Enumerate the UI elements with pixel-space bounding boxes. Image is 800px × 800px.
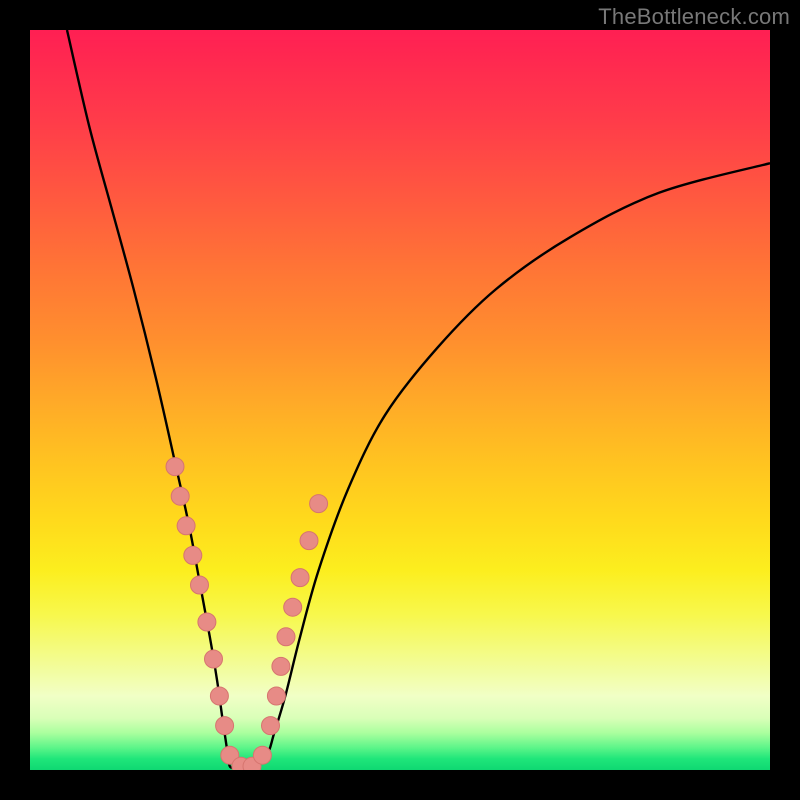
marker-dot [184,546,202,564]
marker-dot [291,569,309,587]
marker-dot [277,628,295,646]
marker-group [166,458,328,770]
marker-dot [262,717,280,735]
bottleneck-curve [67,30,770,768]
marker-dot [171,487,189,505]
plot-area [30,30,770,770]
chart-stage: TheBottleneck.com [0,0,800,800]
marker-dot [210,687,228,705]
marker-dot [253,746,271,764]
marker-dot [310,495,328,513]
marker-dot [205,650,223,668]
marker-dot [216,717,234,735]
watermark-text: TheBottleneck.com [598,4,790,30]
marker-dot [191,576,209,594]
marker-dot [284,598,302,616]
marker-dot [267,687,285,705]
marker-dot [166,458,184,476]
marker-dot [198,613,216,631]
chart-svg [30,30,770,770]
marker-dot [177,517,195,535]
marker-dot [300,532,318,550]
marker-dot [272,657,290,675]
